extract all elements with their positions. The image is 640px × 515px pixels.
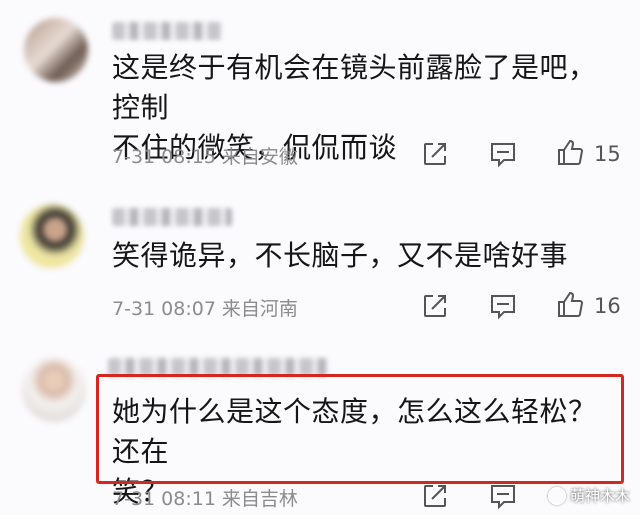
comment-text-line: 这是终于有机会在镜头前露脸了是吧，控制	[112, 51, 597, 124]
avatar[interactable]	[20, 204, 84, 268]
watermark: 萌神木木	[547, 485, 630, 506]
highlight-box	[96, 374, 624, 484]
avatar[interactable]	[22, 358, 86, 422]
comment-meta: 7-31 08:11 来自吉林	[112, 484, 298, 511]
comment-meta: 7-31 08:07 来自河南	[112, 294, 298, 321]
share-icon[interactable]	[420, 481, 450, 511]
comment-time: 7-31 08:11	[112, 488, 216, 510]
reply-icon[interactable]	[488, 291, 518, 321]
like-icon[interactable]	[556, 289, 586, 319]
share-icon[interactable]	[420, 291, 450, 321]
like-count: 15	[594, 142, 621, 166]
reply-icon[interactable]	[488, 481, 518, 511]
comment-time: 7-31 08:07	[112, 298, 216, 320]
reply-icon[interactable]	[488, 139, 518, 169]
comment-time: 7-31 08:15	[112, 146, 216, 168]
comment-location: 来自安徽	[221, 146, 298, 168]
like-icon[interactable]	[556, 137, 586, 167]
like-count: 16	[594, 294, 621, 318]
watermark-logo-icon	[547, 486, 566, 505]
comment-text: 笑得诡异，不长脑子，又不是啥好事	[112, 236, 622, 276]
watermark-text: 萌神木木	[569, 487, 630, 505]
avatar[interactable]	[24, 18, 88, 82]
comment-text-line: 笑得诡异，不长脑子，又不是啥好事	[112, 239, 569, 272]
username-blurred[interactable]	[112, 208, 232, 226]
username-blurred[interactable]	[112, 22, 222, 40]
comment-location: 来自吉林	[221, 488, 298, 510]
share-icon[interactable]	[420, 139, 450, 169]
comment-meta: 7-31 08:15 来自安徽	[112, 142, 298, 169]
comment-location: 来自河南	[221, 298, 298, 320]
